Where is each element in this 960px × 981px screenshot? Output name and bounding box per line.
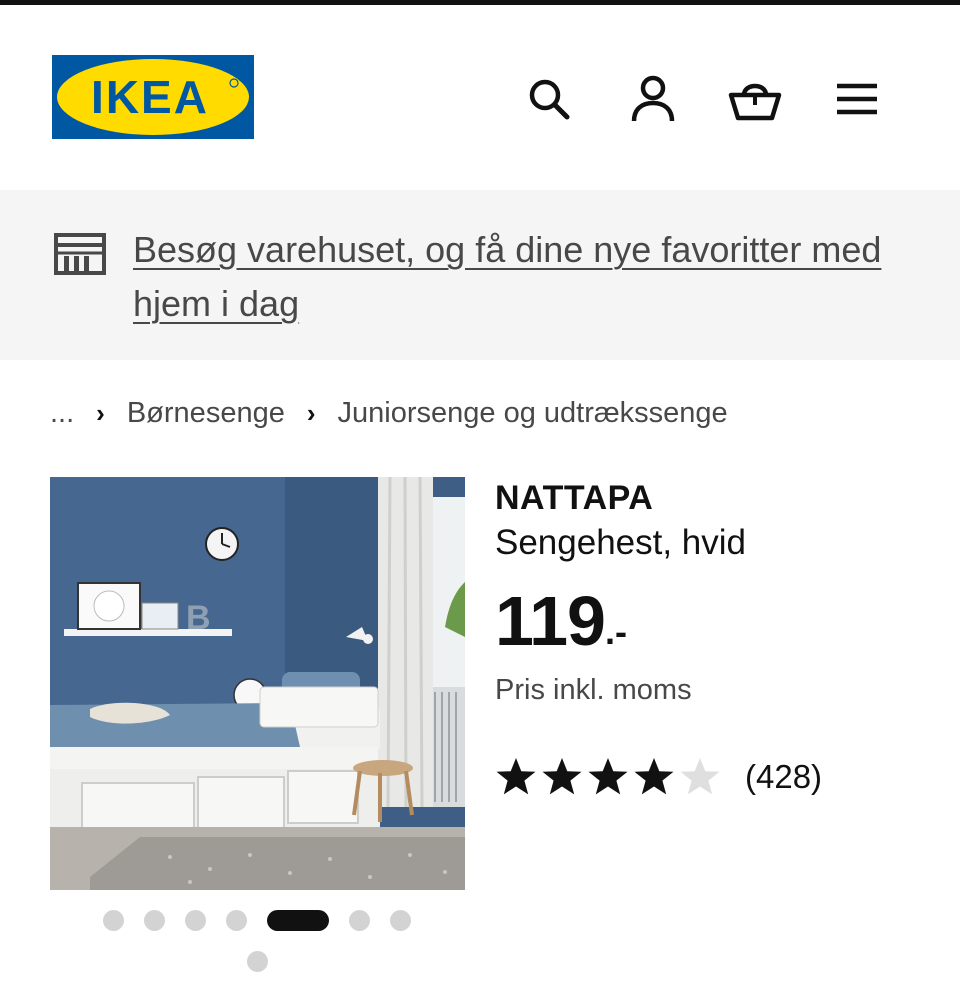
rating-stars xyxy=(495,756,721,798)
breadcrumb-item-juniorsenge[interactable]: Juniorsenge og udtrækssenge xyxy=(338,397,728,430)
chevron-right-icon: › xyxy=(306,397,316,428)
svg-text:IKEA: IKEA xyxy=(91,71,209,123)
product-description: Sengehest, hvid xyxy=(495,523,747,562)
site-header: IKEA xyxy=(0,5,960,190)
star-filled-icon xyxy=(588,758,628,795)
product-image[interactable]: B xyxy=(50,477,465,890)
image-carousel-indicators xyxy=(100,906,420,976)
profile-icon[interactable] xyxy=(625,71,681,127)
svg-text:B: B xyxy=(186,599,211,637)
shopping-basket-icon[interactable] xyxy=(727,71,783,127)
star-filled-icon xyxy=(634,758,674,795)
carousel-dot[interactable] xyxy=(247,951,268,972)
search-icon[interactable] xyxy=(521,71,577,127)
chevron-right-icon: › xyxy=(96,397,105,428)
carousel-dot[interactable] xyxy=(144,910,165,931)
price-amount: 119 xyxy=(495,582,606,660)
product-name[interactable]: NATTAPA xyxy=(495,478,935,518)
product-price: 119 .- xyxy=(495,584,935,664)
carousel-dot[interactable] xyxy=(226,910,247,931)
store-icon xyxy=(53,232,107,276)
star-filled-icon xyxy=(496,758,536,795)
star-empty-icon xyxy=(680,758,720,795)
rating-count[interactable]: (428) xyxy=(745,758,822,796)
star-filled-icon xyxy=(542,758,582,795)
ikea-logo[interactable]: IKEA xyxy=(52,55,254,139)
product-rating[interactable]: (428) xyxy=(495,756,935,798)
hamburger-menu-icon[interactable] xyxy=(829,71,885,127)
breadcrumb-ellipsis[interactable]: ... xyxy=(50,397,74,430)
carousel-dot-active[interactable] xyxy=(267,910,329,931)
carousel-dot[interactable] xyxy=(390,910,411,931)
carousel-dot[interactable] xyxy=(349,910,370,931)
breadcrumb: ... › Børnesenge › Juniorsenge og udtræk… xyxy=(50,392,728,434)
store-visit-link[interactable]: Besøg varehuset, og få dine nye favoritt… xyxy=(133,223,893,331)
price-suffix: .- xyxy=(604,611,627,652)
product-info: NATTAPA Sengehest, hvid 119 .- Pris inkl… xyxy=(495,478,935,798)
carousel-dot[interactable] xyxy=(103,910,124,931)
breadcrumb-item-boernesenge[interactable]: Børnesenge xyxy=(127,397,285,430)
carousel-dot[interactable] xyxy=(185,910,206,931)
vat-note: Pris inkl. moms xyxy=(495,674,692,706)
